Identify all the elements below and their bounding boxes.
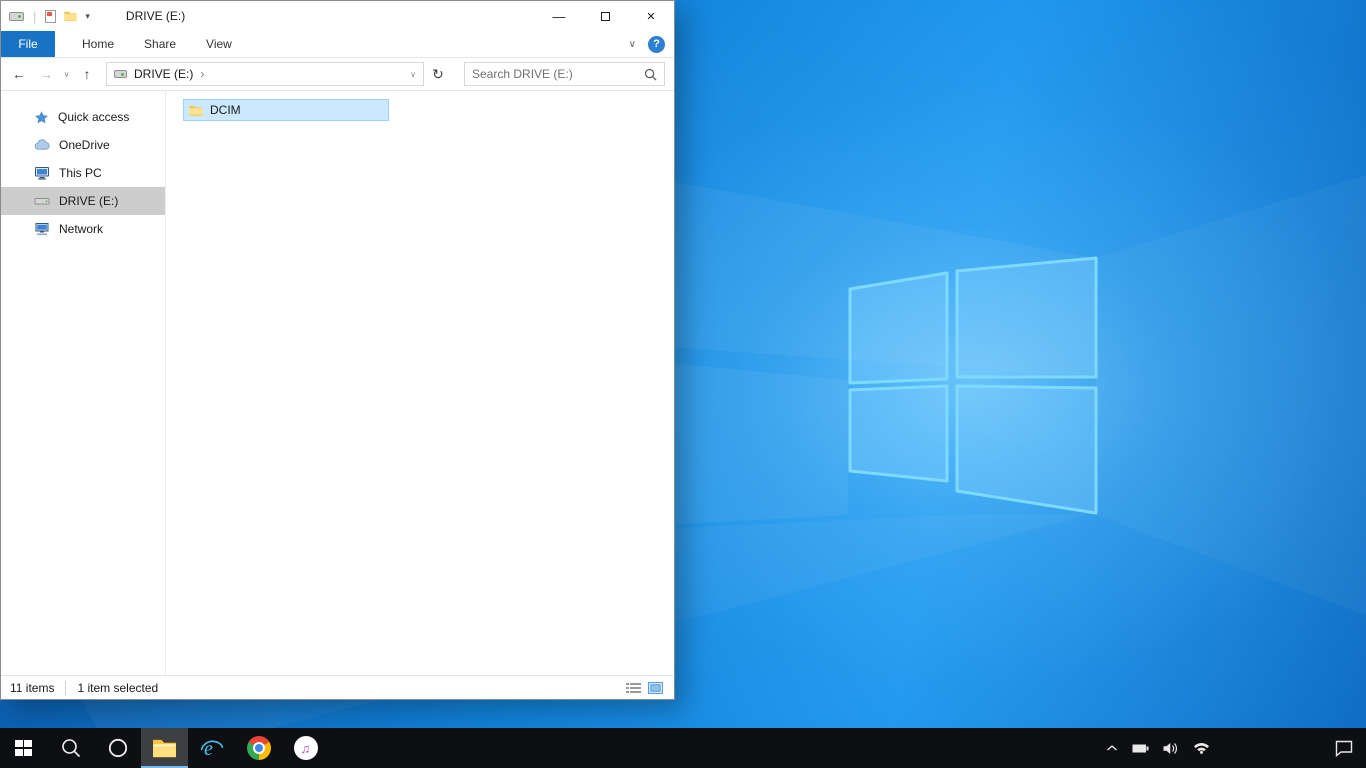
window-title: DRIVE (E:) (125, 9, 186, 23)
windows-start-icon (15, 739, 32, 757)
status-separator (65, 680, 67, 695)
window-system-icon[interactable] (9, 11, 24, 21)
action-center-button[interactable] (1335, 728, 1366, 768)
sidebar-item-label: This PC (59, 166, 102, 180)
wifi-icon[interactable] (1192, 742, 1211, 754)
cortana-button[interactable] (94, 728, 141, 768)
taskbar-internet-explorer-button[interactable]: e (188, 728, 235, 768)
tab-home[interactable]: Home (67, 31, 129, 57)
action-center-icon (1335, 740, 1353, 757)
recent-locations-chevron-icon[interactable]: ∨ (61, 70, 72, 79)
sidebar-item-label: Network (59, 222, 104, 236)
maximize-button[interactable] (582, 1, 628, 31)
computer-icon (35, 167, 49, 180)
sidebar-item-label: DRIVE (E:) (59, 194, 119, 208)
selected-count: 1 item selected (77, 680, 159, 695)
cortana-icon (108, 738, 127, 758)
tab-file[interactable]: File (1, 31, 55, 57)
minimize-button[interactable]: — (536, 1, 582, 31)
star-icon (35, 110, 48, 123)
file-list[interactable]: DCIM (166, 91, 674, 675)
sidebar-item-quick-access[interactable]: Quick access (1, 103, 165, 131)
file-item-dcim[interactable]: DCIM (183, 99, 389, 121)
forward-button[interactable]: → (34, 66, 58, 82)
file-explorer-icon (153, 739, 176, 757)
customize-toolbar-chevron-icon[interactable]: ▾ (85, 11, 90, 22)
search-input[interactable] (472, 67, 644, 81)
drive-icon (34, 198, 50, 205)
properties-icon[interactable] (45, 9, 57, 23)
battery-icon[interactable] (1131, 743, 1150, 754)
address-bar[interactable]: DRIVE (E:) › ∨ (106, 62, 424, 86)
refresh-button[interactable]: ↻ (427, 66, 449, 83)
status-bar: 11 items 1 item selected (1, 675, 674, 699)
hidden-icons-chevron-icon[interactable] (1105, 744, 1119, 752)
internet-explorer-icon: e (200, 738, 223, 760)
taskbar-chrome-button[interactable] (235, 728, 282, 768)
expand-ribbon-chevron-icon[interactable]: ∨ (629, 39, 636, 50)
sidebar-item-network[interactable]: Network (1, 215, 165, 243)
details-view-button[interactable] (626, 682, 641, 694)
maximize-icon (600, 11, 610, 21)
taskbar-search-button[interactable] (47, 728, 94, 768)
volume-icon[interactable] (1162, 742, 1180, 755)
taskbar-itunes-button[interactable]: ♫ (282, 728, 329, 768)
itunes-icon: ♫ (293, 736, 318, 760)
file-item-label: DCIM (210, 103, 241, 117)
tab-view[interactable]: View (191, 31, 247, 57)
explorer-body: Quick access OneDrive This PC DRIVE (E:)… (1, 91, 674, 675)
taskbar: e ♫ (0, 728, 1366, 768)
up-button[interactable]: ↑ (75, 66, 99, 82)
items-count: 11 items (10, 680, 55, 695)
search-box[interactable] (464, 62, 665, 86)
navigation-toolbar: ← → ∨ ↑ DRIVE (E:) › ∨ ↻ (1, 58, 674, 91)
system-tray (1105, 728, 1335, 768)
new-folder-icon[interactable] (63, 9, 78, 23)
sidebar-item-this-pc[interactable]: This PC (1, 159, 165, 187)
address-dropdown-chevron-icon[interactable]: ∨ (405, 70, 421, 79)
back-button[interactable]: ← (7, 66, 31, 82)
chrome-icon (246, 736, 271, 760)
folder-icon (189, 105, 203, 116)
caption-buttons: — × (536, 1, 674, 31)
network-icon (35, 223, 49, 236)
title-bar[interactable]: | ▾ DRIVE (E:) — × (1, 1, 674, 31)
location-drive-icon (114, 70, 127, 78)
search-icon (61, 739, 80, 758)
tab-share[interactable]: Share (129, 31, 191, 57)
sidebar-item-onedrive[interactable]: OneDrive (1, 131, 165, 159)
quick-access-toolbar: | ▾ (9, 9, 90, 24)
cloud-icon (34, 139, 50, 150)
separator: | (33, 8, 37, 24)
ribbon-tabs: File Home Share View ∨ ? (1, 31, 674, 58)
sidebar-item-drive-e[interactable]: DRIVE (E:) (1, 187, 165, 215)
navigation-pane: Quick access OneDrive This PC DRIVE (E:)… (1, 91, 166, 675)
sidebar-item-label: Quick access (58, 110, 130, 124)
breadcrumb-chevron-icon[interactable]: › (200, 67, 204, 81)
file-explorer-window: | ▾ DRIVE (E:) — × File Home Share View … (0, 0, 675, 700)
large-icons-view-button[interactable] (648, 681, 663, 694)
search-icon[interactable] (644, 68, 657, 81)
close-button[interactable]: × (628, 1, 674, 31)
sidebar-item-label: OneDrive (59, 138, 110, 152)
help-button[interactable]: ? (648, 35, 665, 53)
start-button[interactable] (0, 728, 47, 768)
breadcrumb-drive[interactable]: DRIVE (E:) (134, 67, 193, 81)
taskbar-file-explorer-button[interactable] (141, 728, 188, 768)
